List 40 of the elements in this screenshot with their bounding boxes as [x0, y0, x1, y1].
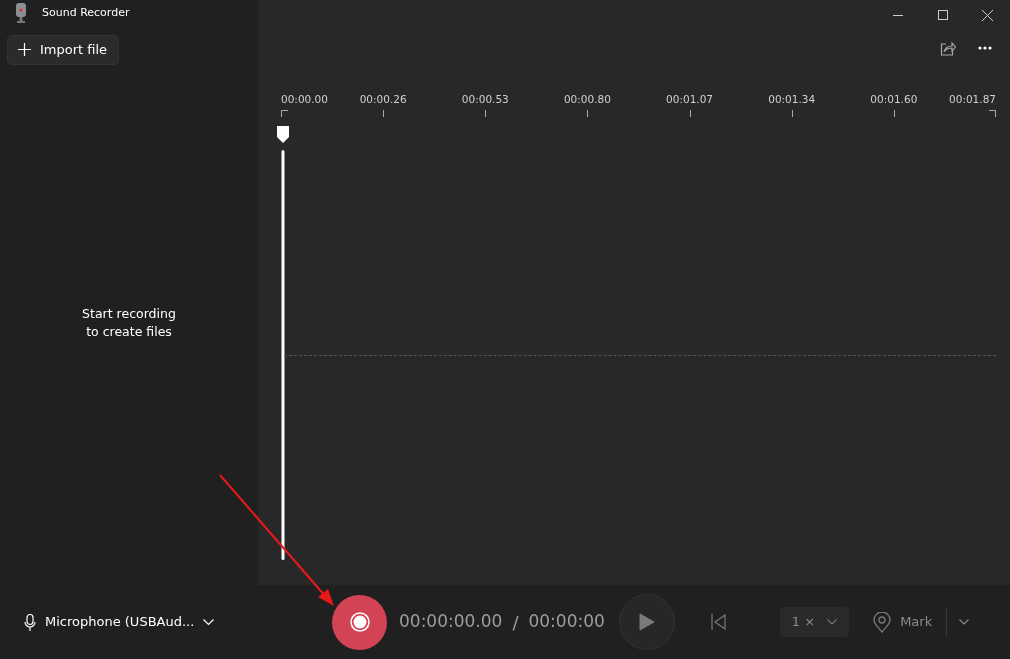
plus-icon — [18, 43, 31, 57]
time-tick-label: 00:01.60 — [870, 92, 918, 107]
timeline-tick — [383, 110, 385, 117]
total-time: 00:00:00 — [528, 610, 605, 634]
time-tick-label: 00:01.34 — [768, 92, 816, 107]
time-separator: / — [512, 610, 519, 635]
microphone-icon — [24, 613, 36, 631]
chevron-down-icon — [203, 618, 215, 626]
time-tick-label: 00:00.80 — [563, 92, 611, 107]
time-tick-label: 00:00.53 — [461, 92, 509, 107]
chevron-down-icon — [827, 619, 838, 625]
record-button[interactable] — [332, 594, 387, 650]
timeline-tick — [587, 110, 589, 117]
time-tick-label: 00:00.00 — [281, 92, 328, 107]
more-options-icon[interactable] — [978, 46, 992, 50]
maximize-icon[interactable] — [937, 10, 948, 20]
timeline-corner-mark — [989, 110, 996, 117]
timeline-tick — [893, 110, 895, 117]
play-icon — [638, 613, 655, 631]
record-icon — [349, 612, 370, 632]
window-title: Sound Recorder — [42, 4, 130, 21]
chevron-down-icon — [959, 619, 970, 625]
minimize-icon[interactable] — [892, 14, 903, 16]
microphone-selector[interactable]: Microphone (USBAud... — [24, 612, 324, 632]
elapsed-time: 00:00:00.00 — [399, 610, 503, 634]
share-icon[interactable] — [940, 40, 956, 56]
timeline-corner-mark — [281, 110, 288, 117]
time-tick-label: 00:01.07 — [666, 92, 714, 107]
empty-state-message: Start recording to create files — [81, 304, 177, 341]
timeline-tick — [485, 110, 487, 117]
import-file-button[interactable]: Import file — [7, 35, 120, 65]
location-pin-icon — [873, 611, 892, 633]
time-tick-label: 00:00.26 — [359, 92, 407, 107]
close-icon[interactable] — [982, 9, 993, 21]
skip-back-icon — [710, 614, 726, 630]
playhead-drawing[interactable] — [276, 126, 290, 560]
microphone-app-icon — [14, 3, 28, 23]
timeline-tick — [791, 110, 793, 117]
time-tick-label: 00:01.87 — [949, 92, 996, 107]
timeline-tick — [689, 110, 691, 117]
